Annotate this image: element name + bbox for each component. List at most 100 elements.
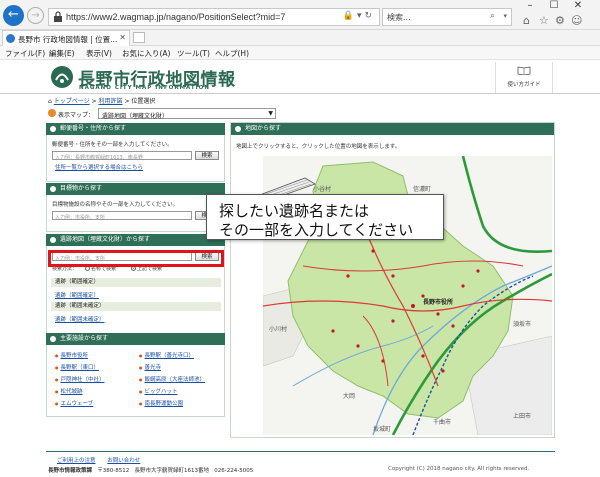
address-search-button[interactable]: 検索 xyxy=(195,151,219,160)
callout-line-2: その一部を入力してください xyxy=(219,221,414,239)
facility-link[interactable]: ビッグハット xyxy=(139,387,178,395)
menu-favorites[interactable]: お気に入り(A) xyxy=(122,48,170,59)
new-tab-button[interactable] xyxy=(133,32,145,43)
close-window-button[interactable]: ✕ xyxy=(568,0,588,11)
tab-strip: 長野市 行政地図情報 | 位置... ✕ xyxy=(0,30,600,46)
breadcrumb-separator: > xyxy=(91,98,97,105)
footer-info: 長野市情報政策課 〒380-8512 長野市大字鶴賀緑町1613番地 026-2… xyxy=(48,466,253,474)
url-field[interactable]: https://www2.wagmap.jp/nagano/PositionSe… xyxy=(48,8,380,26)
menu-view[interactable]: 表示(V) xyxy=(86,48,112,59)
tab-title: 長野市 行政地図情報 | 位置... xyxy=(18,35,118,44)
breadcrumb: ⌂ トップページ > 利用許諾 > 位置選択 xyxy=(48,96,155,105)
landmark-desc: 目標物施設の名称やその一部を入力してください。 xyxy=(52,202,179,208)
search-icon[interactable]: ⌕ xyxy=(490,11,495,21)
map-label: 千曲市 xyxy=(433,418,451,426)
usage-guide-label: 使い方ガイド xyxy=(507,82,541,88)
address-list-link[interactable]: 住所一覧から選択する場合はこちら xyxy=(55,163,143,171)
ruins-group-unconfirmed: 遺跡（範囲未確定） xyxy=(51,302,221,311)
browser-tab-active[interactable]: 長野市 行政地図情報 | 位置... ✕ xyxy=(2,30,130,46)
address-search-input[interactable]: 入力例：長野市鶴賀緑町1613、南長野 xyxy=(52,151,192,161)
footer-org: 長野市情報政策課 xyxy=(48,468,93,474)
landmark-input-placeholder: 入力例：市役所、支所 xyxy=(55,214,106,221)
facility-link[interactable]: 南長野運動公園 xyxy=(139,399,184,407)
address-input-placeholder: 入力例：長野市鶴賀緑町1613、南長野 xyxy=(55,154,143,161)
facility-link[interactable]: 飯綱高原（大座法師池） xyxy=(139,375,206,383)
footer-address: 長野市大字鶴賀緑町1613番地 xyxy=(134,468,210,474)
facilities-panel: 主要施設から探す 長野市役所 長野駅（東口） 戸隠神社（中社） 松代城跡 エムウ… xyxy=(46,333,225,417)
back-button[interactable]: ← xyxy=(3,5,24,26)
menu-file[interactable]: ファイル(F) xyxy=(5,48,45,59)
breadcrumb-home-link[interactable]: トップページ xyxy=(54,98,90,105)
browser-search-field[interactable]: 検索... ⌕ ▾ xyxy=(382,8,512,26)
browser-search-placeholder: 検索... xyxy=(387,13,411,22)
forward-button[interactable]: → xyxy=(27,7,44,24)
site-subtitle: NAGANO CITY MAP INFORMATION xyxy=(79,85,210,91)
ruins-confirmed-link[interactable]: 遺跡（範囲確定） xyxy=(55,291,99,299)
footer-contact-link[interactable]: お問い合わせ xyxy=(107,458,140,464)
map-type-value: 遺跡地図（埋蔵文化財） xyxy=(102,112,169,120)
map-type-icon xyxy=(48,109,56,117)
landmark-panel-title: 目標物から探す xyxy=(46,183,225,195)
url-text: https://www2.wagmap.jp/nagano/PositionSe… xyxy=(66,12,286,22)
chevron-down-icon: ▼ xyxy=(268,110,273,117)
landmark-search-panel: 目標物から探す 目標物施設の名称やその一部を入力してください。 入力例：市役所、… xyxy=(46,183,225,232)
breadcrumb-terms-link[interactable]: 利用許諾 xyxy=(99,98,123,105)
minimize-button[interactable]: – xyxy=(520,0,540,11)
maximize-button[interactable]: ☐ xyxy=(544,0,564,11)
map-type-label: 表示マップ： xyxy=(58,112,95,119)
map-label: 信濃町 xyxy=(413,185,431,193)
footer-copyright: Copyright (C) 2018 nagano city. All righ… xyxy=(388,466,530,472)
usage-guide-button[interactable]: 使い方ガイド xyxy=(495,62,553,93)
facility-link[interactable]: 善光寺 xyxy=(139,363,162,371)
map-label: 坂城町 xyxy=(373,425,391,433)
site-header: 長野市行政地図情報 NAGANO CITY MAP INFORMATION 使い… xyxy=(0,61,600,94)
close-tab-icon[interactable]: ✕ xyxy=(119,33,126,42)
facility-link[interactable]: エムウェーブ xyxy=(55,399,94,407)
map-label: 小川村 xyxy=(269,325,287,333)
facility-link[interactable]: 長野駅（善光寺口） xyxy=(139,351,195,359)
ruins-unconfirmed-link[interactable]: 遺跡（範囲未確定） xyxy=(55,315,105,323)
footer-postal: 〒380-8512 xyxy=(97,468,130,474)
home-icon[interactable]: ⌂ xyxy=(523,14,530,27)
footer-divider xyxy=(46,451,555,452)
breadcrumb-separator: > xyxy=(124,98,130,105)
url-tools-icon[interactable]: 🔒▾↻ xyxy=(343,11,375,21)
gear-icon[interactable]: ⚙ xyxy=(555,14,565,27)
menu-bar: ファイル(F) 編集(E) 表示(V) お気に入り(A) ツール(T) ヘルプ(… xyxy=(0,46,600,60)
footer-links: ご利用上の注意 お問い合わせ xyxy=(57,456,150,464)
site-favicon-icon xyxy=(6,34,15,43)
map-label: 上田市 xyxy=(513,412,531,420)
address-panel-title: 郵便番号・住所から探す xyxy=(46,123,225,135)
facility-link[interactable]: 長野駅（東口） xyxy=(55,363,100,371)
footer-phone: 026-224-5005 xyxy=(214,468,254,474)
map-label: 須坂市 xyxy=(513,320,531,328)
instruction-callout: 探したい遺跡名または その一部を入力してください xyxy=(206,194,444,240)
map-desc: 地図上でクリックすると、クリックした位置の地図を表示します。 xyxy=(236,144,401,150)
favorites-star-icon[interactable]: ☆ xyxy=(539,14,549,27)
lock-icon xyxy=(54,11,62,22)
menu-tools[interactable]: ツール(T) xyxy=(177,48,210,59)
map-search-panel: 地図から探す 地図上でクリックすると、クリックした位置の地図を表示します。 小谷 xyxy=(230,122,555,438)
facilities-panel-title: 主要施設から探す xyxy=(46,333,225,345)
map-label: 大岡 xyxy=(343,392,355,400)
map-label: 長野市役所 xyxy=(423,298,453,306)
ruins-panel-title: 遺跡地図（埋蔵文化財）から探す xyxy=(46,234,225,246)
menu-help[interactable]: ヘルプ(H) xyxy=(215,48,249,59)
menu-edit[interactable]: 編集(E) xyxy=(49,48,75,59)
footer-terms-link[interactable]: ご利用上の注意 xyxy=(57,458,96,464)
guide-book-icon xyxy=(517,66,531,76)
smiley-icon[interactable]: ☺ xyxy=(571,14,582,27)
ruins-group-confirmed: 遺跡（範囲確定） xyxy=(51,278,221,287)
facility-link[interactable]: 戸隠神社（中社） xyxy=(55,375,105,383)
callout-line-1: 探したい遺跡名または xyxy=(219,202,370,220)
home-icon: ⌂ xyxy=(48,98,52,105)
facility-link[interactable]: 松代城跡 xyxy=(55,387,83,395)
browser-address-bar: ← → https://www2.wagmap.jp/nagano/Positi… xyxy=(0,0,600,30)
facility-link[interactable]: 長野市役所 xyxy=(55,351,89,359)
address-desc: 郵便番号・住所をその一部を入力してください。 xyxy=(52,142,173,148)
landmark-search-input[interactable]: 入力例：市役所、支所 xyxy=(52,211,192,221)
map-type-select[interactable]: 遺跡地図（埋蔵文化財） ▼ xyxy=(98,108,276,120)
city-logo-icon[interactable] xyxy=(50,65,74,89)
highlight-box xyxy=(48,250,224,267)
chevron-down-icon[interactable]: ▾ xyxy=(503,12,507,20)
